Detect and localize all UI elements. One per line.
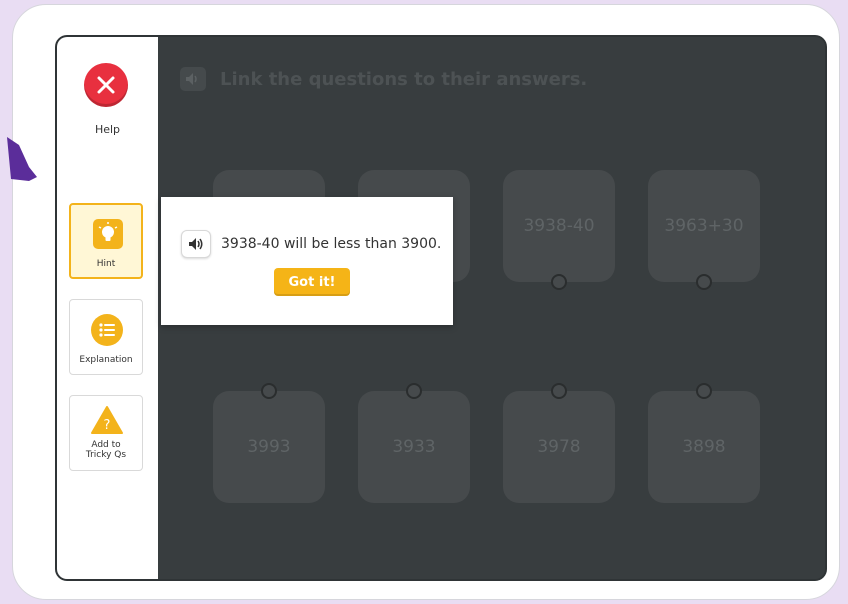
close-icon bbox=[97, 76, 115, 94]
answer-tile-2[interactable]: 3933 bbox=[358, 391, 470, 503]
lightbulb-icon bbox=[93, 219, 123, 249]
list-icon bbox=[91, 314, 123, 346]
hint-text: 3938-40 will be less than 3900. bbox=[221, 236, 442, 252]
answer-connector-4[interactable] bbox=[696, 383, 712, 399]
svg-text:?: ? bbox=[104, 418, 111, 433]
question-tile-4[interactable]: 3963+30 bbox=[648, 170, 760, 282]
hint-label: Hint bbox=[96, 259, 116, 269]
answer-connector-3[interactable] bbox=[551, 383, 567, 399]
add-to-tricky-qs-button[interactable]: ? Add to Tricky Qs bbox=[69, 395, 143, 471]
warning-icon: ? bbox=[91, 406, 123, 434]
sidebar: Help Hint Explanation ? Add to Tricky Qs bbox=[57, 37, 159, 579]
hint-button[interactable]: Hint bbox=[69, 203, 143, 279]
help-label: Help bbox=[94, 123, 121, 136]
speaker-icon bbox=[186, 73, 197, 85]
explanation-label: Explanation bbox=[79, 355, 133, 365]
answer-connector-2[interactable] bbox=[406, 383, 422, 399]
question-tile-3[interactable]: 3938-40 bbox=[503, 170, 615, 282]
question-connector-4[interactable] bbox=[696, 274, 712, 290]
hint-row: 3938-40 will be less than 3900. bbox=[181, 230, 441, 258]
tricky-label-line2: Tricky Qs bbox=[85, 450, 127, 460]
tricky-label-line1: Add to bbox=[91, 440, 121, 450]
help-button[interactable] bbox=[84, 63, 128, 107]
got-it-button[interactable]: Got it! bbox=[274, 268, 350, 296]
hint-read-aloud-button[interactable] bbox=[181, 230, 211, 258]
instruction-text: Link the questions to their answers. bbox=[220, 68, 588, 90]
answer-connector-1[interactable] bbox=[261, 383, 277, 399]
question-connector-3[interactable] bbox=[551, 274, 567, 290]
answer-tile-3[interactable]: 3978 bbox=[503, 391, 615, 503]
hint-popup: 3938-40 will be less than 3900. Got it! bbox=[161, 197, 453, 325]
explanation-button[interactable]: Explanation bbox=[69, 299, 143, 375]
read-aloud-button[interactable] bbox=[180, 67, 206, 91]
pointer-arrow-icon bbox=[7, 137, 37, 181]
speaker-icon bbox=[189, 238, 203, 250]
instruction: Link the questions to their answers. bbox=[180, 67, 587, 91]
answer-tile-4[interactable]: 3898 bbox=[648, 391, 760, 503]
answer-tile-1[interactable]: 3993 bbox=[213, 391, 325, 503]
